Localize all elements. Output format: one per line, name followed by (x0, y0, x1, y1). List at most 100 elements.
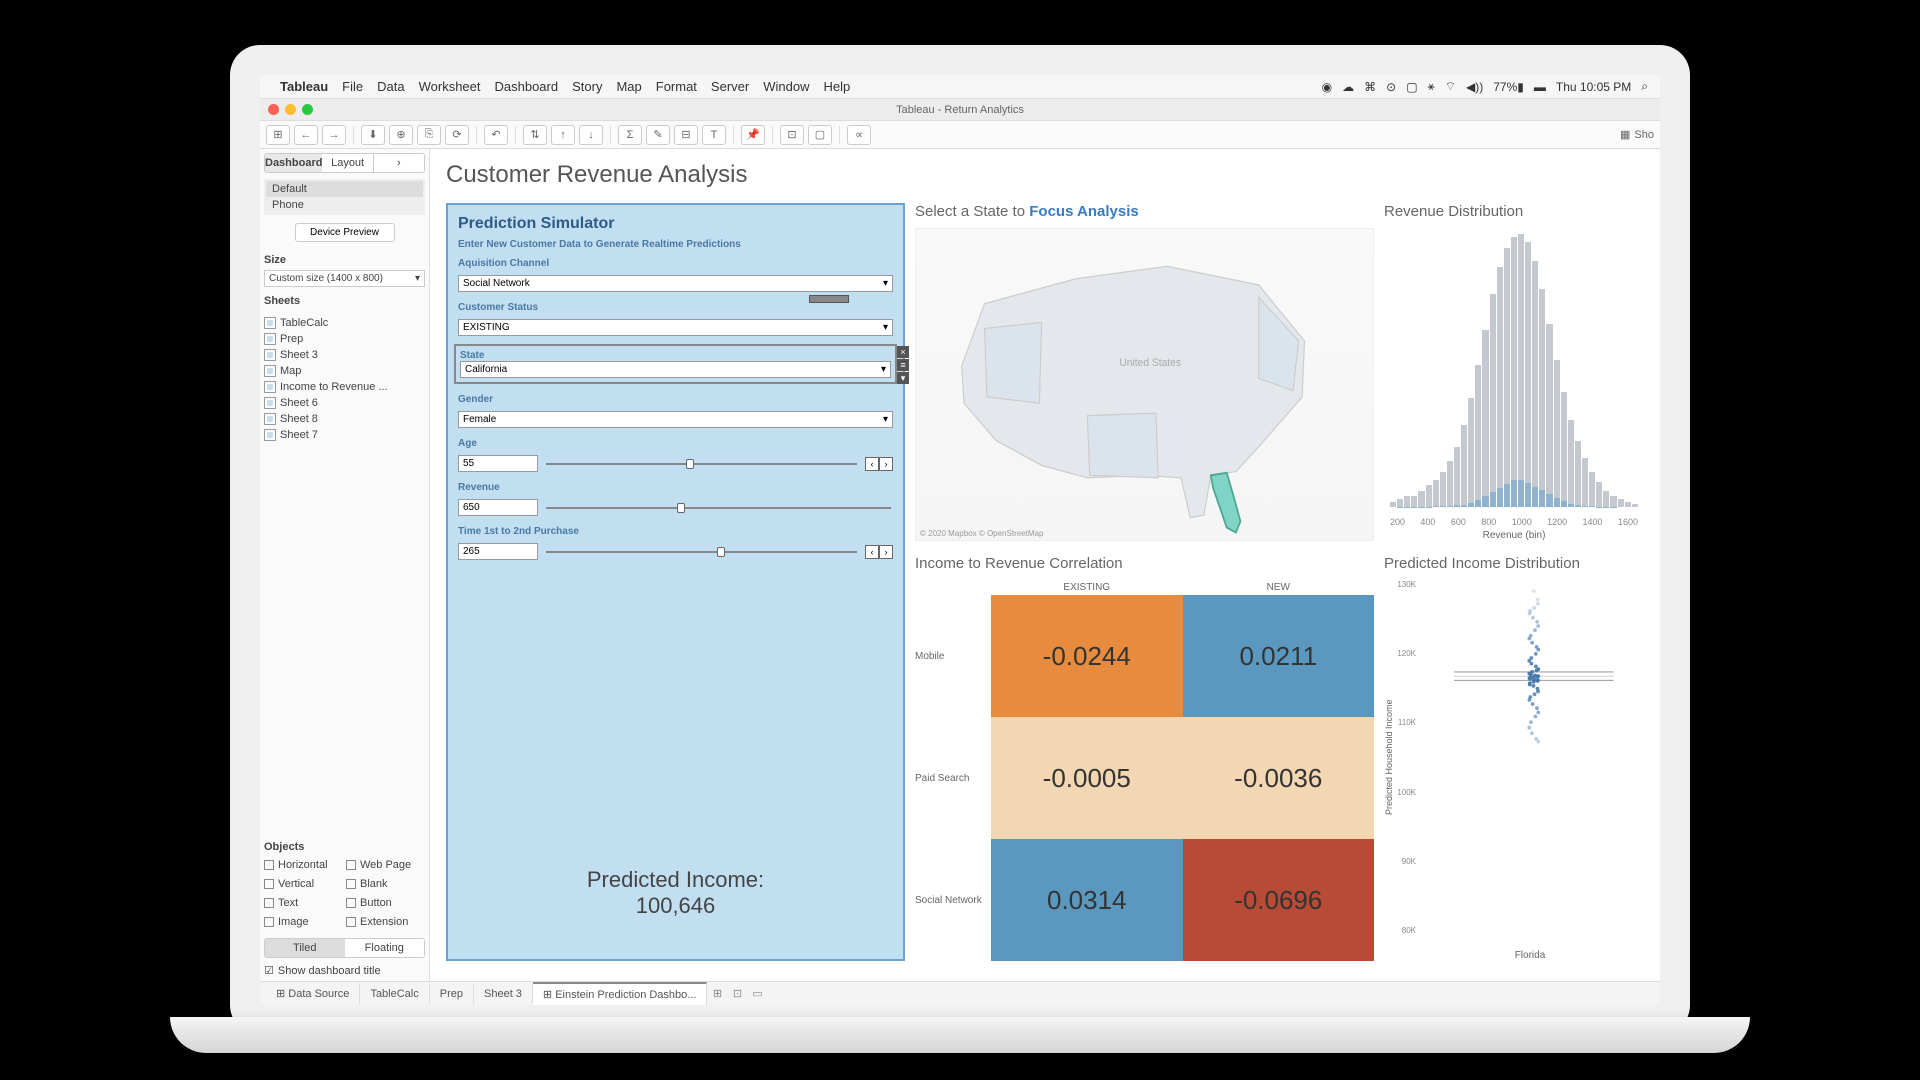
state-select[interactable]: California▾ (460, 361, 891, 378)
status-spotlight-icon[interactable]: ⌕ (1641, 79, 1648, 94)
sheet-item[interactable]: Sheet 3 (264, 347, 425, 363)
histogram-bar[interactable] (1596, 482, 1602, 507)
sheet-item[interactable]: Sheet 7 (264, 427, 425, 443)
status-search-icon[interactable]: ⊙ (1386, 80, 1396, 94)
age-slider[interactable] (546, 463, 857, 465)
toolbar-refresh-button[interactable]: ⟳ (445, 125, 469, 145)
scatter-viz[interactable]: Predicted Household Income 130K120K110K1… (1384, 580, 1644, 961)
histogram-viz[interactable]: 2004006008001000120014001600 Revenue (bi… (1384, 228, 1644, 541)
status-cloud-icon[interactable]: ☁ (1342, 80, 1354, 94)
time-slider[interactable] (546, 551, 857, 553)
age-inc-button[interactable]: › (879, 457, 893, 471)
channel-select[interactable]: Social Network▾ (458, 275, 893, 292)
toolbar-swap-button[interactable]: ⇅ (523, 125, 547, 145)
sidebar-tab-expand-icon[interactable]: › (373, 154, 424, 172)
time-inc-button[interactable]: › (879, 545, 893, 559)
histogram-bar[interactable] (1539, 289, 1545, 507)
histogram-bar[interactable] (1497, 267, 1503, 507)
histogram-bar[interactable] (1390, 502, 1396, 507)
show-title-checkbox[interactable]: ☑ Show dashboard title (264, 964, 425, 977)
new-dashboard-button[interactable]: ⊡ (727, 984, 747, 1004)
histogram-bar[interactable] (1504, 248, 1510, 507)
toolbar-paste-button[interactable]: ⎘ (417, 125, 441, 145)
status-volume-icon[interactable]: ◀)) (1466, 80, 1483, 94)
device-default[interactable]: Default (266, 181, 423, 197)
toolbar-totals-button[interactable]: Σ (618, 125, 642, 145)
histogram-bar[interactable] (1418, 491, 1424, 507)
data-source-tab[interactable]: ⊞ Data Source (266, 983, 360, 1004)
time-dec-button[interactable]: ‹ (865, 545, 879, 559)
toolbar-present-button[interactable]: ▢ (808, 125, 832, 145)
histogram-bar[interactable] (1546, 324, 1552, 507)
status-battery[interactable]: 77% ▮ (1493, 80, 1524, 94)
sheet-tab[interactable]: TableCalc (360, 984, 429, 1004)
toolbar-new-data-button[interactable]: ⊕ (389, 125, 413, 145)
close-window-button[interactable] (268, 104, 279, 115)
histogram-bar[interactable] (1525, 242, 1531, 507)
toolbar-pin-button[interactable]: 📌 (741, 125, 765, 145)
menu-map[interactable]: Map (616, 79, 641, 94)
sheet-item[interactable]: Sheet 6 (264, 395, 425, 411)
revenue-input[interactable]: 650 (458, 499, 538, 516)
histogram-bar[interactable] (1454, 447, 1460, 507)
toolbar-fit-button[interactable]: ⊡ (780, 125, 804, 145)
histogram-bar[interactable] (1582, 458, 1588, 507)
menu-dashboard[interactable]: Dashboard (495, 79, 559, 94)
age-dec-button[interactable]: ‹ (865, 457, 879, 471)
histogram-bar[interactable] (1440, 472, 1446, 507)
histogram-bar[interactable] (1532, 261, 1538, 507)
histogram-bar[interactable] (1610, 496, 1616, 507)
histogram-bar[interactable] (1468, 398, 1474, 507)
object-item[interactable]: Web Page (346, 857, 425, 873)
sheet-item[interactable]: Sheet 8 (264, 411, 425, 427)
new-worksheet-button[interactable]: ⊞ (707, 984, 727, 1004)
sidebar-tab-dashboard[interactable]: Dashboard (265, 154, 322, 172)
histogram-bar[interactable] (1411, 496, 1417, 507)
options-button[interactable]: ≡ (897, 359, 909, 371)
menu-help[interactable]: Help (823, 79, 850, 94)
histogram-bar[interactable] (1575, 441, 1581, 507)
toolbar-label-button[interactable]: T (702, 125, 726, 145)
status-wifi-icon[interactable]: ⌔ (1445, 79, 1456, 94)
histogram-bar[interactable] (1482, 330, 1488, 507)
histogram-bar[interactable] (1397, 499, 1403, 507)
toolbar-save-button[interactable]: ⬇ (361, 125, 385, 145)
object-item[interactable]: Blank (346, 876, 425, 892)
histogram-bar[interactable] (1561, 392, 1567, 507)
show-me-button[interactable]: ▦ Sho (1620, 128, 1654, 141)
heatmap-cell[interactable]: -0.0696 (1183, 839, 1375, 961)
toolbar-share-button[interactable]: ∝ (847, 125, 871, 145)
sheet-item[interactable]: Income to Revenue ... (264, 379, 425, 395)
menu-file[interactable]: File (342, 79, 363, 94)
histogram-bar[interactable] (1568, 420, 1574, 507)
heatmap-cell[interactable]: 0.0314 (991, 839, 1183, 961)
sheet-item[interactable]: TableCalc (264, 315, 425, 331)
toolbar-group-button[interactable]: ⊟ (674, 125, 698, 145)
histogram-bar[interactable] (1404, 496, 1410, 507)
status-bug-icon[interactable]: ⌘ (1364, 80, 1376, 94)
object-item[interactable]: Vertical (264, 876, 343, 892)
object-item[interactable]: Button (346, 895, 425, 911)
toolbar-highlight-button[interactable]: ✎ (646, 125, 670, 145)
histogram-bar[interactable] (1447, 461, 1453, 507)
menu-worksheet[interactable]: Worksheet (419, 79, 481, 94)
toolbar-logo-button[interactable]: ⊞ (266, 125, 290, 145)
toolbar-forward-button[interactable]: → (322, 125, 346, 145)
object-item[interactable]: Extension (346, 914, 425, 930)
histogram-bar[interactable] (1554, 360, 1560, 507)
histogram-bar[interactable] (1490, 294, 1496, 507)
menu-format[interactable]: Format (656, 79, 697, 94)
histogram-bar[interactable] (1461, 425, 1467, 507)
tiled-button[interactable]: Tiled (265, 939, 345, 957)
histogram-bar[interactable] (1518, 234, 1524, 507)
histogram-bar[interactable] (1426, 485, 1432, 507)
floating-button[interactable]: Floating (345, 939, 425, 957)
sheet-tab-active[interactable]: ⊞ Einstein Prediction Dashbo... (533, 982, 708, 1005)
status-clock[interactable]: Thu 10:05 PM (1556, 80, 1631, 94)
maximize-window-button[interactable] (302, 104, 313, 115)
histogram-bar[interactable] (1511, 237, 1517, 507)
remove-button[interactable]: × (897, 346, 909, 358)
object-item[interactable]: Horizontal (264, 857, 343, 873)
status-globe-icon[interactable]: ◉ (1322, 80, 1332, 94)
device-phone[interactable]: Phone (266, 197, 423, 213)
